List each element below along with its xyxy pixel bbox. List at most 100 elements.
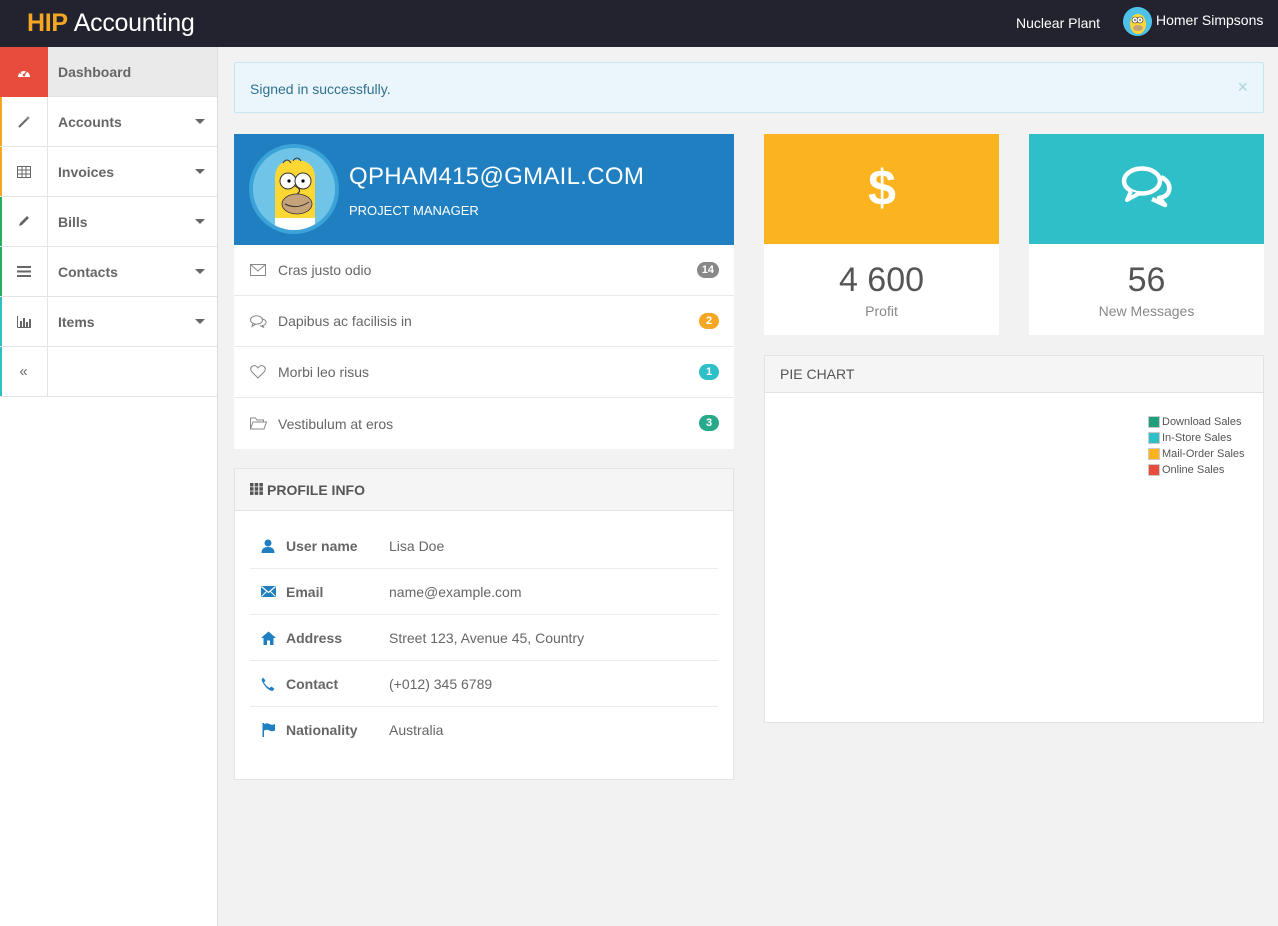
panel-title: PIE CHART [765,356,1263,393]
comments-icon [1121,165,1173,213]
list-icon [0,246,48,297]
legend-swatch [1148,432,1160,444]
grid-icon [250,482,263,498]
brand-logo[interactable]: HIP Accounting [27,9,195,38]
legend-item: Mail-Order Sales [1148,446,1245,462]
flag-icon [250,723,286,737]
legend-label: Online Sales [1162,464,1225,476]
info-value: Australia [389,722,444,738]
profile-header: QPHAM415@GMAIL.COM PROJECT MANAGER [234,134,734,245]
stat-value: 56 [1127,261,1166,299]
sidebar-item-dashboard[interactable]: Dashboard [0,46,217,97]
info-key: Contact [286,675,339,692]
count-badge: 1 [699,364,719,380]
legend-label: Mail-Order Sales [1162,448,1245,460]
profile-info-panel: PROFILE INFO User name Lisa Doe Email na… [234,468,734,780]
info-row: Address Street 123, Avenue 45, Country [250,615,718,661]
count-badge: 14 [696,262,719,278]
accent-bar [0,147,2,196]
chevron-down-icon [195,169,205,174]
profit-stat-card: $ 4 600 Profit [764,134,999,335]
organization-link[interactable]: Nuclear Plant [1016,15,1100,31]
sidebar-item-label: Invoices [58,163,115,180]
sidebar-item-accounts[interactable]: Accounts [0,96,217,147]
sidebar-item-label: Dashboard [58,63,132,80]
folder-open-icon [249,417,267,431]
message-list: Cras justo odio 14 Dapibus ac facilisis … [234,245,734,449]
count-badge: 3 [699,415,719,431]
info-value: Street 123, Avenue 45, Country [389,629,585,646]
chevron-down-icon [195,269,205,274]
info-key: Email [286,583,324,600]
panel-header: PROFILE INFO [235,469,733,511]
profile-role: PROJECT MANAGER [349,203,479,218]
sidebar-item-invoices[interactable]: Invoices [0,146,217,197]
comments-icon [249,314,267,328]
info-value: Lisa Doe [389,537,445,554]
chevron-down-icon [195,119,205,124]
info-row: User name Lisa Doe [250,523,718,569]
accent-bar [0,347,2,396]
list-item[interactable]: Vestibulum at eros 3 [234,398,734,449]
sidebar-collapse-button[interactable]: « [0,346,217,397]
heart-icon [249,365,267,379]
stat-label: New Messages [1098,303,1195,319]
sidebar-item-label: Accounts [58,113,122,130]
user-name: Homer Simpsons [1156,11,1264,28]
success-alert: Signed in successfully. × [234,62,1264,113]
sidebar-item-contacts[interactable]: Contacts [0,246,217,297]
brand-accent: HIP [27,9,68,37]
pencil-icon [0,196,48,247]
avatar [1123,7,1152,36]
info-value: (+012) 345 6789 [389,675,493,692]
list-item-text: Vestibulum at eros [278,415,394,432]
double-chevron-left-icon: « [0,346,48,397]
accent-bar [0,97,2,146]
sidebar-item-label: Items [58,313,95,330]
phone-icon [250,677,286,691]
sidebar-item-bills[interactable]: Bills [0,196,217,247]
alert-message: Signed in successfully. [250,81,391,97]
envelope-icon [250,586,286,597]
info-value: name@example.com [389,583,522,600]
profile-email: QPHAM415@GMAIL.COM [349,163,645,190]
chevron-down-icon [195,319,205,324]
chevron-down-icon [195,219,205,224]
legend-swatch [1148,464,1160,476]
envelope-icon [249,263,267,277]
brand-name: Accounting [73,9,195,37]
stat-header [1029,134,1264,244]
list-item[interactable]: Cras justo odio 14 [234,245,734,296]
accent-bar [0,297,2,346]
top-navbar: HIP Accounting Nuclear Plant Homer Simpso… [0,0,1278,47]
sidebar: Dashboard Accounts Invoices Bills Contac… [0,46,218,926]
list-item-text: Cras justo odio [278,262,372,278]
info-key: Address [286,629,343,646]
info-row: Nationality Australia [250,707,718,753]
bar-chart-icon [0,296,48,347]
dashboard-icon [0,46,48,97]
chart-legend: Download Sales In-Store Sales Mail-Order… [1148,414,1245,478]
sidebar-item-items[interactable]: Items [0,296,217,347]
info-row: Email name@example.com [250,569,718,615]
profile-avatar [249,144,339,234]
list-item[interactable]: Dapibus ac facilisis in 2 [234,296,734,347]
user-menu[interactable]: Homer Simpsons [1123,7,1263,36]
legend-label: Download Sales [1162,416,1242,428]
accent-bar [0,197,2,246]
legend-label: In-Store Sales [1162,432,1232,444]
home-icon [250,631,286,645]
panel-title: PROFILE INFO [267,481,365,498]
stat-label: Profit [865,303,898,319]
magic-wand-icon [0,96,48,147]
svg-text:$: $ [868,161,896,213]
list-item[interactable]: Morbi leo risus 1 [234,347,734,398]
accent-bar [0,247,2,296]
stat-header: $ [764,134,999,244]
info-row: Contact (+012) 345 6789 [250,661,718,707]
list-item-text: Morbi leo risus [278,364,370,380]
close-icon[interactable]: × [1237,77,1248,98]
legend-item: In-Store Sales [1148,430,1245,446]
messages-stat-card: 56 New Messages [1029,134,1264,335]
sidebar-item-label: Contacts [58,263,118,280]
